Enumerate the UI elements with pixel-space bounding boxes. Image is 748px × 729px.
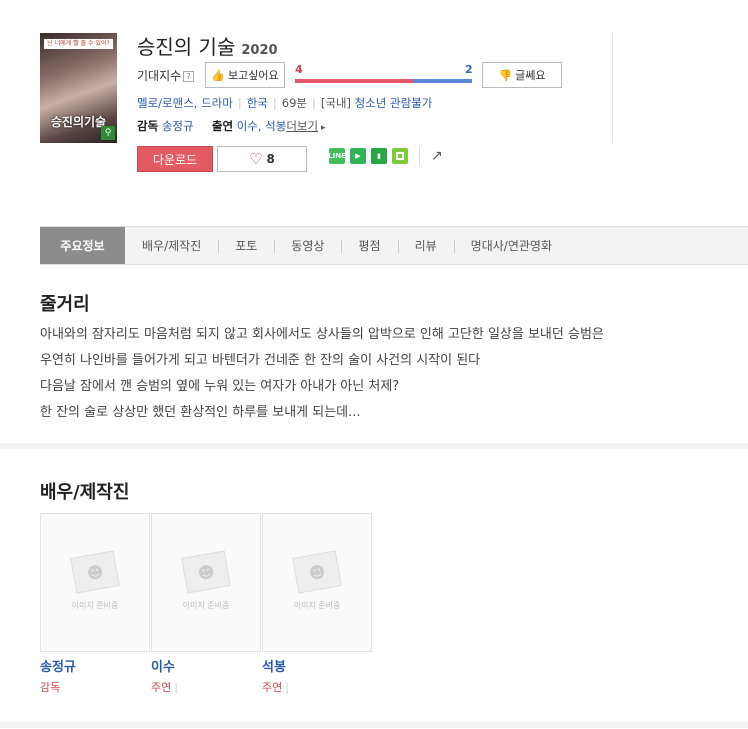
movie-meta: 멜로/로맨스, 드라마 | 한국 | 69분 | [국내] 청소년 관람불가: [137, 96, 433, 110]
expectation-bar: [295, 79, 472, 83]
rating-link[interactable]: 청소년 관람불가: [355, 96, 433, 110]
cast-name[interactable]: 석봉: [262, 656, 372, 675]
movie-year: 2020: [241, 43, 278, 58]
cast-name[interactable]: 송정규: [40, 656, 150, 675]
placeholder-text: 이미지 준비중: [71, 601, 119, 610]
rating-prefix: [국내]: [320, 96, 351, 110]
download-button[interactable]: 다운로드: [137, 146, 213, 172]
thumbs-up-icon: 👍: [211, 68, 226, 82]
tab-rating[interactable]: 평점: [341, 227, 397, 264]
placeholder-text: 이미지 준비중: [293, 601, 341, 610]
image-placeholder-icon: ☻: [292, 550, 342, 594]
placeholder-text: 이미지 준비중: [182, 601, 230, 610]
tab-bar: 주요정보 배우/제작진 포토 동영상 평점 리뷰 명대사/연관영화: [40, 226, 748, 265]
like-button[interactable]: ♡ 8: [217, 146, 307, 172]
like-vote-count: 4: [295, 63, 303, 76]
more-link[interactable]: 더보기: [286, 119, 318, 133]
staff-row: 감독 송정규 출연 이수, 석봉더보기 ▸: [137, 118, 325, 134]
section-divider: [0, 722, 748, 728]
cast-card[interactable]: ☻ 이미지 준비중 이수 주연 |: [151, 513, 261, 695]
share-group: LINE ▶ ▮ ↗: [328, 147, 443, 165]
tab-review[interactable]: 리뷰: [397, 227, 454, 264]
expectation-bar-like: [295, 79, 414, 83]
expectation-label: 기대지수?: [137, 67, 195, 84]
cast-role: 주연 |: [262, 681, 289, 694]
like-count: 8: [266, 152, 275, 166]
cast-label: 출연: [211, 119, 234, 133]
want-to-see-button[interactable]: 👍 보고싶어요: [205, 62, 285, 88]
expectation-bar-dislike: [413, 79, 472, 83]
cast-grid: ☻ 이미지 준비중 송정규 감독 ☻ 이미지 준비중 이수 주연 | ☻ 이미지 …: [40, 513, 372, 695]
movie-poster[interactable]: 난 너에게 빨 줄 수 있어? 승진의기술 ⚲: [40, 33, 117, 143]
expectation-row: 기대지수? 👍 보고싶어요 4 2 👎 글쎄요: [137, 62, 577, 88]
divider: [612, 33, 613, 143]
cast-photo-placeholder[interactable]: ☻ 이미지 준비중: [40, 513, 150, 652]
square-icon[interactable]: [392, 148, 408, 164]
section-divider: [0, 443, 748, 449]
synopsis-line: 우연히 나인바를 들어가게 되고 바텐더가 건네준 한 잔의 술이 사건의 시작…: [40, 353, 481, 368]
cast-name[interactable]: 이수: [151, 656, 261, 675]
line-icon[interactable]: LINE: [328, 148, 346, 164]
chevron-right-icon: ▸: [318, 123, 326, 133]
director-label: 감독: [137, 119, 159, 133]
share-icon[interactable]: ↗: [431, 148, 443, 164]
dislike-vote-count: 2: [465, 63, 473, 76]
tab-video[interactable]: 동영상: [274, 227, 341, 264]
image-placeholder-icon: ☻: [70, 550, 120, 594]
cast-link[interactable]: 이수, 석봉: [237, 119, 287, 133]
cast-section-title: 배우/제작진: [40, 482, 130, 503]
heart-icon: ♡: [249, 149, 263, 168]
tab-main-info[interactable]: 주요정보: [40, 227, 125, 264]
genre-link[interactable]: 멜로/로맨스, 드라마: [137, 96, 233, 110]
synopsis-title: 줄거리: [40, 294, 90, 315]
movie-title: 승진의 기술: [137, 35, 236, 59]
cast-role: 감독: [40, 681, 61, 694]
not-sure-button[interactable]: 👎 글쎄요: [482, 62, 562, 88]
synopsis-line: 아내와의 잠자리도 마음처럼 되지 않고 회사에서도 상사들의 압박으로 인해 …: [40, 327, 604, 342]
help-icon[interactable]: ?: [183, 71, 195, 82]
synopsis-text: 아내와의 잠자리도 마음처럼 되지 않고 회사에서도 상사들의 압박으로 인해 …: [40, 322, 604, 426]
bookmark-icon[interactable]: ▮: [371, 148, 387, 164]
tab-quotes-related[interactable]: 명대사/연관영화: [453, 227, 569, 264]
search-icon[interactable]: ⚲: [101, 126, 115, 140]
synopsis-line: 다음날 잠에서 깬 승범의 옆에 누워 있는 여자가 아내가 아닌 처제?: [40, 379, 400, 394]
cast-card[interactable]: ☻ 이미지 준비중 석봉 주연 |: [262, 513, 372, 695]
runtime: 69분: [281, 96, 307, 110]
want-to-see-label: 보고싶어요: [228, 69, 279, 82]
band-icon[interactable]: ▶: [350, 148, 366, 164]
synopsis-line: 한 잔의 술로 상상만 했던 환상적인 하루를 보내게 되는데...: [40, 405, 361, 420]
cast-role: 주연 |: [151, 681, 178, 694]
director-link[interactable]: 송정규: [162, 119, 194, 133]
cast-card[interactable]: ☻ 이미지 준비중 송정규 감독: [40, 513, 150, 695]
tab-cast-crew[interactable]: 배우/제작진: [125, 227, 218, 264]
cast-photo-placeholder[interactable]: ☻ 이미지 준비중: [151, 513, 261, 652]
thumbs-down-icon: 👎: [498, 68, 513, 82]
not-sure-label: 글쎄요: [515, 69, 546, 82]
image-placeholder-icon: ☻: [181, 550, 231, 594]
poster-tagline: 난 너에게 빨 줄 수 있어?: [44, 39, 113, 49]
cast-photo-placeholder[interactable]: ☻ 이미지 준비중: [262, 513, 372, 652]
country-link[interactable]: 한국: [247, 96, 268, 110]
tab-photo[interactable]: 포토: [218, 227, 274, 264]
title-row: 승진의 기술 2020: [137, 31, 278, 60]
